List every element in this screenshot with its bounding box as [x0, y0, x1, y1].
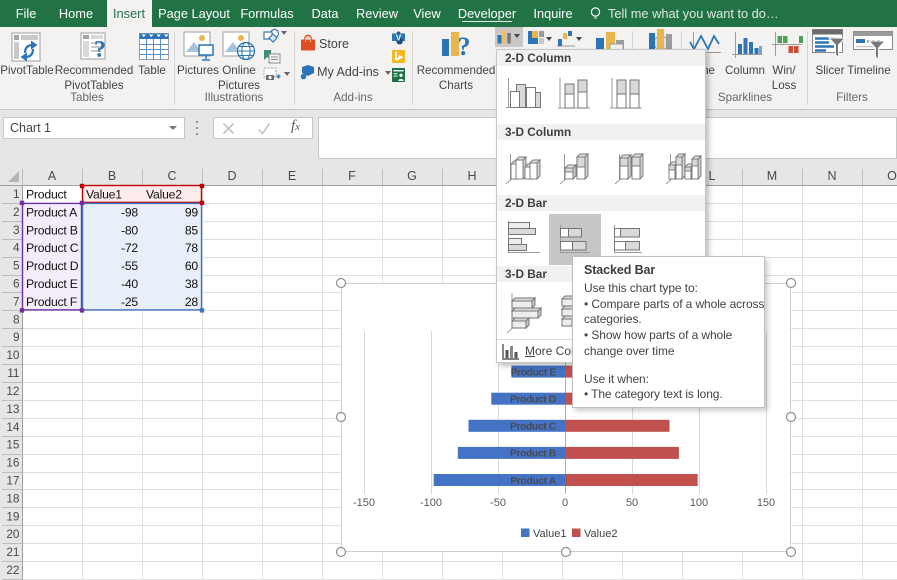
svg-text:N: N	[827, 169, 836, 183]
svg-text:Product C: Product C	[510, 422, 557, 433]
svg-text:?: ?	[94, 37, 106, 63]
svg-text:H: H	[467, 169, 476, 183]
svg-text:Product B: Product B	[510, 449, 556, 460]
svg-text:28: 28	[185, 295, 199, 309]
svg-text:18: 18	[6, 491, 20, 505]
svg-text:78: 78	[185, 241, 199, 255]
svg-text:B: B	[108, 169, 116, 183]
svg-text:12: 12	[6, 384, 19, 398]
svg-text:6: 6	[13, 277, 20, 291]
svg-text:Product E: Product E	[26, 277, 78, 291]
svg-text:100: 100	[690, 497, 708, 509]
svg-text:0: 0	[562, 497, 568, 509]
svg-text:Product B: Product B	[26, 223, 78, 237]
svg-text:Product D: Product D	[510, 395, 556, 406]
svg-text:8: 8	[13, 312, 20, 326]
svg-text:10: 10	[6, 348, 20, 362]
svg-text:22: 22	[6, 563, 19, 577]
svg-text:F: F	[348, 169, 356, 183]
svg-text:2: 2	[13, 205, 20, 219]
svg-text:16: 16	[6, 456, 20, 470]
svg-text:13: 13	[6, 402, 20, 416]
svg-text:-55: -55	[121, 259, 138, 273]
svg-text:?: ?	[458, 32, 471, 61]
svg-text:85: 85	[185, 223, 199, 237]
svg-text:Value1: Value1	[86, 188, 122, 202]
svg-text:Product: Product	[26, 188, 67, 202]
svg-text:3: 3	[13, 223, 20, 237]
svg-text:Product A: Product A	[510, 476, 557, 487]
svg-text:50: 50	[626, 497, 638, 509]
svg-text:19: 19	[6, 509, 19, 523]
svg-text:11: 11	[7, 366, 19, 380]
svg-text:L: L	[709, 169, 716, 183]
svg-text:-150: -150	[353, 497, 375, 509]
svg-text:V: V	[396, 33, 402, 42]
svg-text:-98: -98	[121, 205, 138, 219]
svg-text:1: 1	[13, 187, 20, 201]
svg-text:Product F: Product F	[26, 295, 77, 309]
svg-text:Value1: Value1	[533, 528, 566, 540]
svg-text:-40: -40	[121, 277, 138, 291]
svg-text:150: 150	[757, 497, 775, 509]
svg-text:60: 60	[185, 259, 199, 273]
svg-text:Value2: Value2	[584, 528, 617, 540]
svg-text:Product A: Product A	[26, 205, 78, 219]
svg-text:D: D	[227, 169, 236, 183]
svg-text:Product C: Product C	[26, 241, 79, 255]
svg-text:Product D: Product D	[26, 259, 79, 273]
svg-text:20: 20	[6, 527, 20, 541]
svg-text:M: M	[767, 169, 777, 183]
svg-text:38: 38	[185, 277, 199, 291]
svg-text:5: 5	[13, 259, 20, 273]
svg-text:15: 15	[6, 438, 20, 452]
svg-text:-50: -50	[490, 497, 506, 509]
svg-text:E: E	[288, 169, 296, 183]
svg-text:-80: -80	[121, 223, 138, 237]
svg-text:4: 4	[13, 241, 20, 255]
svg-text:-72: -72	[121, 241, 138, 255]
svg-text:Product E: Product E	[511, 367, 557, 378]
svg-text:O: O	[887, 169, 897, 183]
svg-text:14: 14	[6, 420, 20, 434]
svg-text:99: 99	[185, 205, 199, 219]
svg-text:G: G	[407, 169, 417, 183]
svg-text:21: 21	[6, 545, 19, 559]
svg-text:A: A	[48, 169, 57, 183]
svg-text:-25: -25	[121, 295, 138, 309]
svg-text:-100: -100	[420, 497, 442, 509]
svg-text:C: C	[167, 169, 176, 183]
svg-text:7: 7	[13, 294, 20, 308]
svg-text:17: 17	[6, 474, 19, 488]
svg-text:9: 9	[13, 330, 20, 344]
svg-text:Value2: Value2	[146, 188, 182, 202]
